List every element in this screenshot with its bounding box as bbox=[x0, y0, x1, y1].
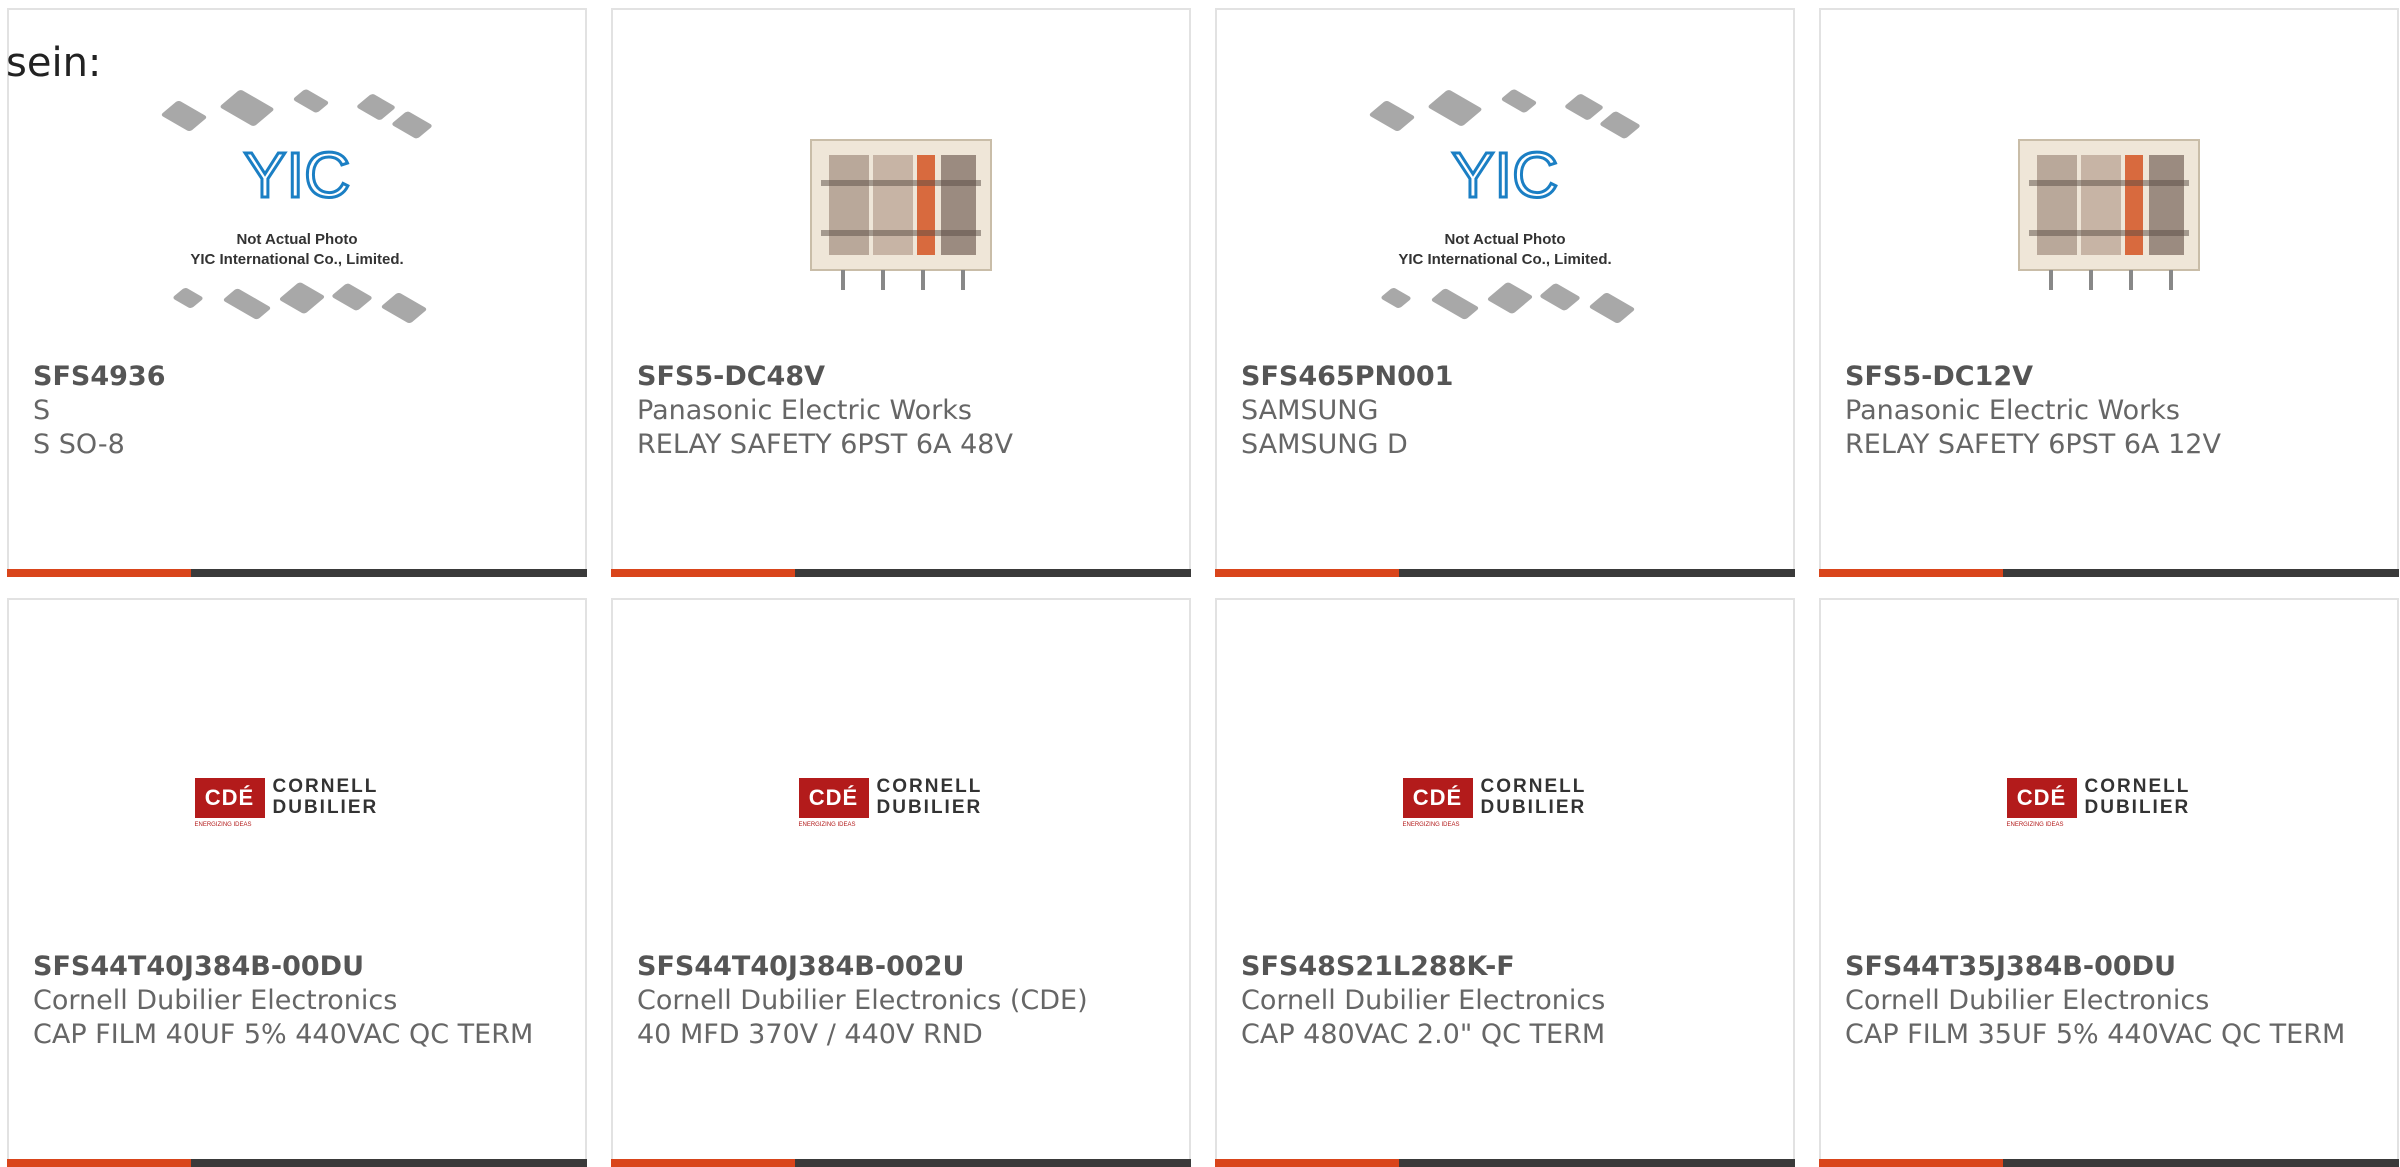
manufacturer: Cornell Dubilier Electronics bbox=[33, 985, 398, 1016]
card-accent bbox=[7, 569, 191, 577]
part-number[interactable]: SFS5-DC48V bbox=[637, 360, 1165, 394]
cde-mark: CDÉ bbox=[2006, 778, 2077, 818]
part-number[interactable]: SFS44T40J384B-00DU bbox=[33, 950, 561, 984]
manufacturer: SAMSUNG bbox=[1241, 395, 1379, 426]
card-footer-bar bbox=[1215, 569, 1795, 577]
cde-name-line2: DUBILIER bbox=[876, 797, 983, 818]
cde-mark: CDÉ bbox=[798, 778, 869, 818]
svg-text:YIC: YIC bbox=[244, 139, 351, 207]
card-accent bbox=[1215, 569, 1399, 577]
relay-image bbox=[810, 139, 992, 290]
cde-name-line1: CORNELL bbox=[2084, 776, 2191, 797]
card-footer-bar bbox=[611, 569, 1191, 577]
card-accent bbox=[1215, 1159, 1399, 1167]
manufacturer: Cornell Dubilier Electronics (CDE) bbox=[637, 985, 1088, 1016]
cde-name-line1: CORNELL bbox=[1480, 776, 1587, 797]
yic-logo-icon: YIC bbox=[242, 138, 352, 208]
leading-text: sein: bbox=[6, 40, 102, 86]
product-image[interactable]: CDÉ CORNELL DUBILIER ENERGIZING IDEAS bbox=[1821, 660, 2397, 940]
description: SAMSUNG D bbox=[1241, 429, 1408, 460]
product-card[interactable]: CDÉ CORNELL DUBILIER ENERGIZING IDEAS SFS… bbox=[611, 598, 1191, 1167]
description: 40 MFD 370V / 440V RND bbox=[637, 1019, 983, 1050]
product-card[interactable]: CDÉ CORNELL DUBILIER ENERGIZING IDEAS SFS… bbox=[7, 598, 587, 1167]
cde-tagline: ENERGIZING IDEAS bbox=[1402, 822, 1460, 828]
cde-name-line2: DUBILIER bbox=[1480, 797, 1587, 818]
product-card[interactable]: SFS5-DC12V Panasonic Electric Works RELA… bbox=[1819, 8, 2399, 577]
description: RELAY SAFETY 6PST 6A 48V bbox=[637, 429, 1013, 460]
card-accent bbox=[611, 1159, 795, 1167]
product-image[interactable]: YIC Not Actual Photo YIC International C… bbox=[1217, 70, 1793, 350]
part-number[interactable]: SFS465PN001 bbox=[1241, 360, 1769, 394]
product-image[interactable]: YIC Not Actual Photo YIC International C… bbox=[9, 70, 585, 350]
cde-mark: CDÉ bbox=[1402, 778, 1473, 818]
manufacturer: Cornell Dubilier Electronics bbox=[1845, 985, 2210, 1016]
card-footer-bar bbox=[1819, 569, 2399, 577]
cde-logo: CDÉ CORNELL DUBILIER ENERGIZING IDEAS bbox=[194, 772, 400, 828]
manufacturer: Panasonic Electric Works bbox=[1845, 395, 2180, 426]
yic-placeholder-image: YIC Not Actual Photo YIC International C… bbox=[1365, 85, 1645, 335]
cde-logo: CDÉ CORNELL DUBILIER ENERGIZING IDEAS bbox=[2006, 772, 2212, 828]
description: CAP FILM 35UF 5% 440VAC QC TERM bbox=[1845, 1019, 2346, 1050]
placeholder-company: YIC International Co., Limited. bbox=[1398, 251, 1612, 268]
manufacturer: Panasonic Electric Works bbox=[637, 395, 972, 426]
cde-logo: CDÉ CORNELL DUBILIER ENERGIZING IDEAS bbox=[798, 772, 1004, 828]
part-number[interactable]: SFS5-DC12V bbox=[1845, 360, 2373, 394]
part-number[interactable]: SFS4936 bbox=[33, 360, 561, 394]
card-footer-bar bbox=[1215, 1159, 1795, 1167]
cde-name-line2: DUBILIER bbox=[2084, 797, 2191, 818]
product-image[interactable]: CDÉ CORNELL DUBILIER ENERGIZING IDEAS bbox=[613, 660, 1189, 940]
yic-logo-icon: YIC bbox=[1450, 138, 1560, 208]
description: CAP 480VAC 2.0" QC TERM bbox=[1241, 1019, 1606, 1050]
product-card[interactable]: YIC Not Actual Photo YIC International C… bbox=[7, 8, 587, 577]
cde-name-line2: DUBILIER bbox=[272, 797, 379, 818]
card-accent bbox=[1819, 1159, 2003, 1167]
cde-tagline: ENERGIZING IDEAS bbox=[798, 822, 856, 828]
card-footer-bar bbox=[1819, 1159, 2399, 1167]
cde-name-line1: CORNELL bbox=[876, 776, 983, 797]
product-image[interactable] bbox=[1821, 70, 2397, 350]
cde-tagline: ENERGIZING IDEAS bbox=[194, 822, 252, 828]
card-footer-bar bbox=[7, 569, 587, 577]
manufacturer: S bbox=[33, 395, 51, 426]
product-image[interactable]: CDÉ CORNELL DUBILIER ENERGIZING IDEAS bbox=[1217, 660, 1793, 940]
product-image[interactable] bbox=[613, 70, 1189, 350]
description: S SO-8 bbox=[33, 429, 125, 460]
card-accent bbox=[611, 569, 795, 577]
description: CAP FILM 40UF 5% 440VAC QC TERM bbox=[33, 1019, 534, 1050]
placeholder-company: YIC International Co., Limited. bbox=[190, 251, 404, 268]
product-card[interactable]: YIC Not Actual Photo YIC International C… bbox=[1215, 8, 1795, 577]
product-card[interactable]: CDÉ CORNELL DUBILIER ENERGIZING IDEAS SFS… bbox=[1215, 598, 1795, 1167]
cde-tagline: ENERGIZING IDEAS bbox=[2006, 822, 2064, 828]
cde-name-line1: CORNELL bbox=[272, 776, 379, 797]
card-accent bbox=[1819, 569, 2003, 577]
product-image[interactable]: CDÉ CORNELL DUBILIER ENERGIZING IDEAS bbox=[9, 660, 585, 940]
part-number[interactable]: SFS44T35J384B-00DU bbox=[1845, 950, 2373, 984]
part-number[interactable]: SFS48S21L288K-F bbox=[1241, 950, 1769, 984]
cde-logo: CDÉ CORNELL DUBILIER ENERGIZING IDEAS bbox=[1402, 772, 1608, 828]
description: RELAY SAFETY 6PST 6A 12V bbox=[1845, 429, 2221, 460]
card-footer-bar bbox=[7, 1159, 587, 1167]
placeholder-caption: Not Actual Photo bbox=[236, 231, 358, 248]
relay-image bbox=[2018, 139, 2200, 290]
card-accent bbox=[7, 1159, 191, 1167]
manufacturer: Cornell Dubilier Electronics bbox=[1241, 985, 1606, 1016]
card-footer-bar bbox=[611, 1159, 1191, 1167]
cde-mark: CDÉ bbox=[194, 778, 265, 818]
yic-placeholder-image: YIC Not Actual Photo YIC International C… bbox=[157, 85, 437, 335]
product-card[interactable]: CDÉ CORNELL DUBILIER ENERGIZING IDEAS SFS… bbox=[1819, 598, 2399, 1167]
part-number[interactable]: SFS44T40J384B-002U bbox=[637, 950, 1165, 984]
product-grid: YIC Not Actual Photo YIC International C… bbox=[0, 0, 2400, 1167]
product-card[interactable]: SFS5-DC48V Panasonic Electric Works RELA… bbox=[611, 8, 1191, 577]
placeholder-caption: Not Actual Photo bbox=[1444, 231, 1566, 248]
svg-text:YIC: YIC bbox=[1452, 139, 1559, 207]
